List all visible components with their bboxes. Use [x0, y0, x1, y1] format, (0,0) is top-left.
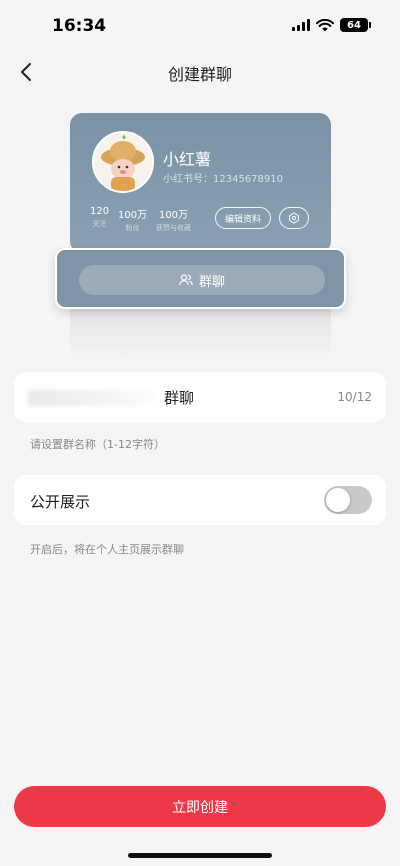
- group-name-hint: 请设置群名称（1-12字符）: [30, 438, 165, 451]
- card-reflection: [70, 300, 331, 360]
- stat-followers: 100万 粉丝: [118, 206, 147, 233]
- status-icons: 64: [292, 18, 371, 32]
- nav-bar: 创建群聊: [0, 52, 400, 92]
- user-id: 小红书号：12345678910: [163, 174, 283, 185]
- home-indicator: [128, 853, 272, 858]
- stat-value: 100万: [118, 210, 148, 221]
- avatar-image: [94, 133, 152, 191]
- battery-indicator: 64: [340, 18, 371, 32]
- users-icon: [179, 274, 193, 286]
- settings-button: [279, 207, 309, 229]
- public-display-toggle[interactable]: [324, 486, 372, 514]
- stat-following: 120 关注: [90, 206, 109, 229]
- stat-likes: 100万 获赞与收藏: [156, 206, 191, 233]
- stat-label: 关注: [92, 220, 107, 228]
- group-chat-label: 群聊: [198, 274, 225, 290]
- gear-icon: [289, 212, 299, 224]
- avatar: [92, 131, 154, 193]
- stat-label: 获赞与收藏: [156, 224, 191, 232]
- group-preview-card: 群聊: [55, 248, 346, 309]
- username: 小红薯: [163, 150, 212, 169]
- create-now-button[interactable]: 立即创建: [14, 786, 386, 827]
- group-chat-pill: 群聊: [79, 265, 325, 295]
- group-name-input[interactable]: 群聊: [164, 387, 194, 408]
- toggle-knob: [326, 488, 350, 512]
- stat-value: 100万: [158, 210, 189, 221]
- page-title: 创建群聊: [167, 65, 232, 84]
- edit-profile-button: 编辑资料: [215, 207, 271, 229]
- status-time: 16:34: [52, 16, 107, 36]
- signal-icon: [292, 19, 310, 31]
- name-redaction: [28, 390, 164, 406]
- public-display-hint: 开启后，将在个人主页展示群聊: [30, 543, 184, 556]
- public-display-row: 公开展示: [14, 475, 386, 525]
- stat-value: 120: [90, 206, 110, 217]
- stat-label: 粉丝: [125, 224, 140, 232]
- status-bar: 16:34 64: [0, 0, 400, 54]
- wifi-icon: [316, 18, 334, 31]
- public-display-label: 公开展示: [30, 493, 91, 511]
- group-name-row: 群聊 10/12: [14, 372, 386, 422]
- char-counter: 10/12: [337, 390, 372, 404]
